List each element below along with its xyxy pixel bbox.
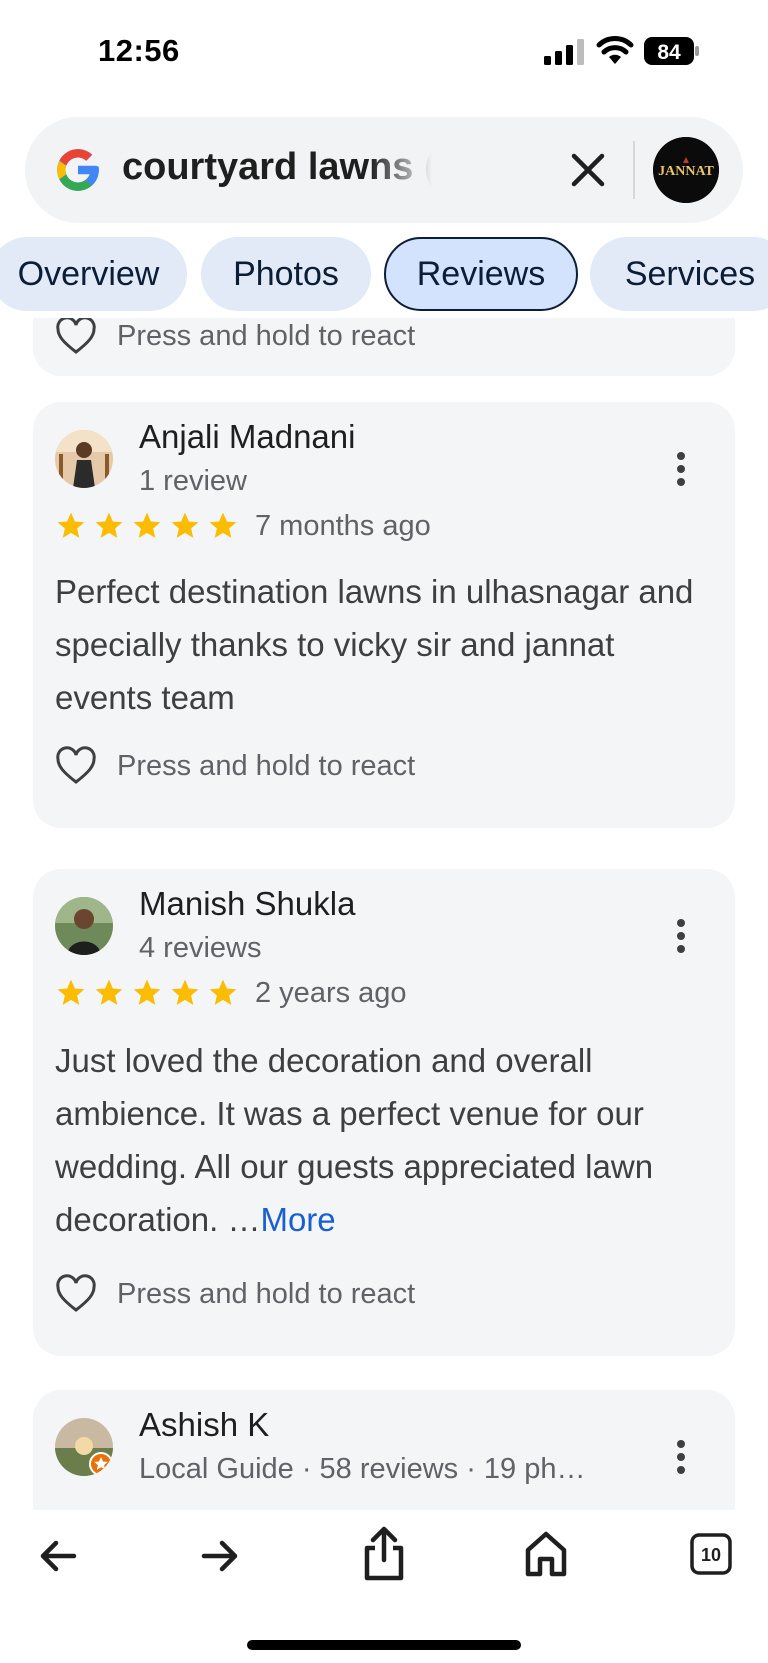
react-hint: Press and hold to react: [117, 319, 416, 352]
react-hint: Press and hold to react: [117, 1277, 416, 1310]
more-options-icon[interactable]: [673, 1440, 689, 1480]
react-row[interactable]: Press and hold to react: [55, 1274, 415, 1314]
react-row[interactable]: Press and hold to react: [55, 318, 415, 356]
reviewer-meta: Local Guide · 58 reviews · 19 ph…: [139, 1453, 586, 1485]
star-icon: [57, 979, 85, 1005]
heart-icon[interactable]: [55, 1274, 97, 1314]
home-icon[interactable]: [522, 1528, 570, 1578]
more-link[interactable]: More: [260, 1201, 335, 1238]
star-icon: [133, 512, 161, 538]
react-hint: Press and hold to react: [117, 749, 416, 782]
star-rating: [55, 510, 239, 542]
star-icon: [95, 512, 123, 538]
star-icon: [57, 512, 85, 538]
reviewer-avatar[interactable]: [55, 430, 113, 488]
browser-page: 12:56 84 courtyard lawns JANNAT Overview…: [0, 0, 768, 1663]
star-rating: [55, 977, 239, 1009]
forward-arrow-icon[interactable]: [196, 1532, 244, 1580]
review-text: Just loved the decoration and overall am…: [55, 1042, 654, 1238]
tab-reviews[interactable]: Reviews: [384, 237, 578, 311]
tab-bar: Overview Photos Reviews Services: [0, 237, 768, 313]
reviews-list: Press and hold to react Anjali Madnani 1…: [0, 318, 768, 1510]
account-badge-text: JANNAT: [658, 164, 714, 179]
reviewer-name[interactable]: Anjali Madnani: [139, 418, 355, 456]
more-options-icon[interactable]: [673, 919, 689, 959]
tab-switcher-icon[interactable]: 10: [689, 1532, 733, 1576]
react-row[interactable]: Press and hold to react: [55, 746, 415, 786]
star-icon: [95, 979, 123, 1005]
reviewer-meta: 4 reviews: [139, 932, 262, 964]
review-text: Perfect destination lawns in ulhasnagar …: [55, 573, 694, 716]
account-avatar[interactable]: JANNAT: [653, 137, 719, 203]
status-bar: 12:56 84: [0, 0, 768, 100]
review-card: Ashish K Local Guide · 58 reviews · 19 p…: [33, 1390, 735, 1510]
home-indicator[interactable]: [247, 1640, 521, 1650]
reviewer-avatar[interactable]: [55, 1418, 113, 1476]
cellular-signal-icon: [544, 39, 584, 65]
tab-overview[interactable]: Overview: [0, 237, 187, 311]
star-icon: [209, 979, 237, 1005]
tab-count: 10: [701, 1545, 721, 1565]
reviewer-name[interactable]: Ashish K: [139, 1406, 269, 1444]
share-icon[interactable]: [359, 1526, 409, 1582]
review-time: 7 months ago: [255, 510, 431, 542]
search-divider: [633, 141, 635, 199]
reviewer-avatar[interactable]: [55, 897, 113, 955]
heart-icon[interactable]: [55, 746, 97, 786]
tab-services[interactable]: Services: [590, 237, 768, 311]
star-icon: [209, 512, 237, 538]
status-time: 12:56: [98, 33, 180, 68]
star-icon: [171, 979, 199, 1005]
search-bar[interactable]: courtyard lawns (ma… JANNAT: [25, 117, 743, 223]
reviewer-name[interactable]: Manish Shukla: [139, 885, 355, 923]
review-time: 2 years ago: [255, 977, 407, 1009]
review-text-block: Just loved the decoration and overall am…: [55, 1034, 715, 1246]
battery-level: 84: [657, 41, 681, 64]
google-logo-icon: [57, 149, 99, 191]
more-options-icon[interactable]: [673, 452, 689, 492]
bottom-navigation: 10: [0, 1510, 768, 1663]
search-query-text[interactable]: courtyard lawns (ma…: [122, 146, 432, 189]
back-arrow-icon[interactable]: [34, 1532, 82, 1580]
reviewer-meta: 1 review: [139, 465, 247, 497]
tab-photos[interactable]: Photos: [201, 237, 371, 311]
star-icon: [133, 979, 161, 1005]
close-icon[interactable]: [565, 147, 611, 193]
star-icon: [171, 512, 199, 538]
review-card: Manish Shukla 4 reviews 2 years ago Just…: [33, 869, 735, 1356]
battery-icon: 84: [644, 37, 700, 65]
heart-icon[interactable]: [55, 318, 97, 356]
wifi-icon: [596, 36, 634, 64]
review-card-partial: Press and hold to react: [33, 318, 735, 376]
review-card: Anjali Madnani 1 review 7 months ago Per…: [33, 402, 735, 828]
